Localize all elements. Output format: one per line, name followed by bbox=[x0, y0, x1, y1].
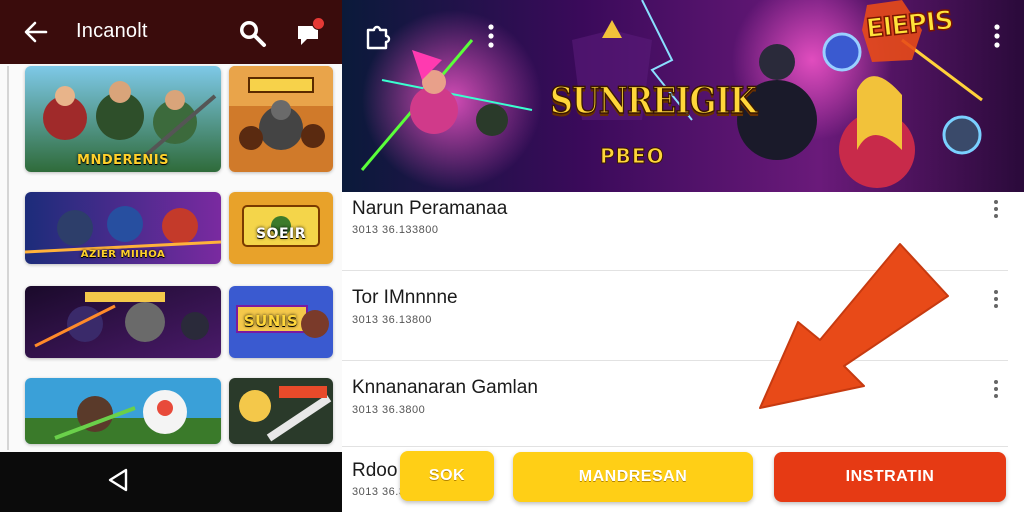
notification-badge bbox=[312, 17, 325, 30]
app-bar bbox=[0, 0, 342, 64]
tile-caption: AZIER MIIHOA bbox=[80, 249, 166, 260]
game-tile[interactable] bbox=[229, 378, 333, 444]
app-title: Incanolt bbox=[76, 20, 148, 42]
puzzle-icon[interactable] bbox=[362, 22, 392, 52]
instratin-button[interactable]: INSTRATIN bbox=[774, 452, 1006, 502]
game-tile[interactable] bbox=[25, 378, 221, 444]
game-tile[interactable] bbox=[229, 66, 333, 172]
game-tile[interactable]: SOEIR bbox=[229, 192, 333, 264]
more-vertical-icon[interactable] bbox=[484, 22, 498, 50]
scrollbar[interactable] bbox=[7, 66, 9, 450]
tile-caption: SUNIS bbox=[243, 312, 299, 330]
arrow-left-icon[interactable] bbox=[22, 18, 50, 46]
banner-title: SUNREIGIK bbox=[549, 79, 757, 123]
list-item-title: Tor IMnnnne bbox=[352, 287, 458, 308]
triangle-back-icon[interactable] bbox=[106, 466, 130, 494]
game-tile-art bbox=[229, 378, 333, 444]
divider bbox=[342, 446, 1008, 447]
game-tile-art bbox=[229, 66, 333, 172]
screen: Incanolt MNDERENIS AZIER MIIHOA SOEIR SU… bbox=[0, 0, 1024, 512]
arrow-pointer-icon bbox=[759, 243, 949, 409]
list-item-title: Narun Peramanaa bbox=[352, 198, 508, 219]
game-tile-art bbox=[25, 378, 221, 444]
game-tile[interactable]: MNDERENIS bbox=[25, 66, 221, 172]
more-vertical-icon[interactable] bbox=[990, 198, 1002, 220]
banner-subtitle: PBEO bbox=[600, 144, 665, 169]
list-item-meta: 3013 36.3800 bbox=[352, 404, 426, 416]
list-item-title: Knnananaran Gamlan bbox=[352, 377, 538, 398]
more-vertical-icon[interactable] bbox=[990, 378, 1002, 400]
game-tile[interactable]: AZIER MIIHOA bbox=[25, 192, 221, 264]
list-item-title: Rdoo bbox=[352, 460, 398, 481]
sok-button[interactable]: SOK bbox=[400, 451, 494, 501]
mandresan-button[interactable]: MANDRESAN bbox=[513, 452, 753, 502]
tile-caption: SOEIR bbox=[255, 226, 307, 242]
system-nav-bar bbox=[0, 452, 342, 512]
search-icon[interactable] bbox=[236, 17, 268, 49]
more-vertical-icon[interactable] bbox=[990, 288, 1002, 310]
tile-caption: MNDERENIS bbox=[77, 153, 169, 168]
game-tile-art bbox=[25, 286, 221, 358]
more-vertical-icon[interactable] bbox=[990, 22, 1004, 50]
game-tile[interactable] bbox=[25, 286, 221, 358]
game-tile[interactable]: SUNIS bbox=[229, 286, 333, 358]
list-item-meta: 3013 36.13800 bbox=[352, 314, 432, 326]
list-item-meta: 3013 36.133800 bbox=[352, 224, 439, 236]
